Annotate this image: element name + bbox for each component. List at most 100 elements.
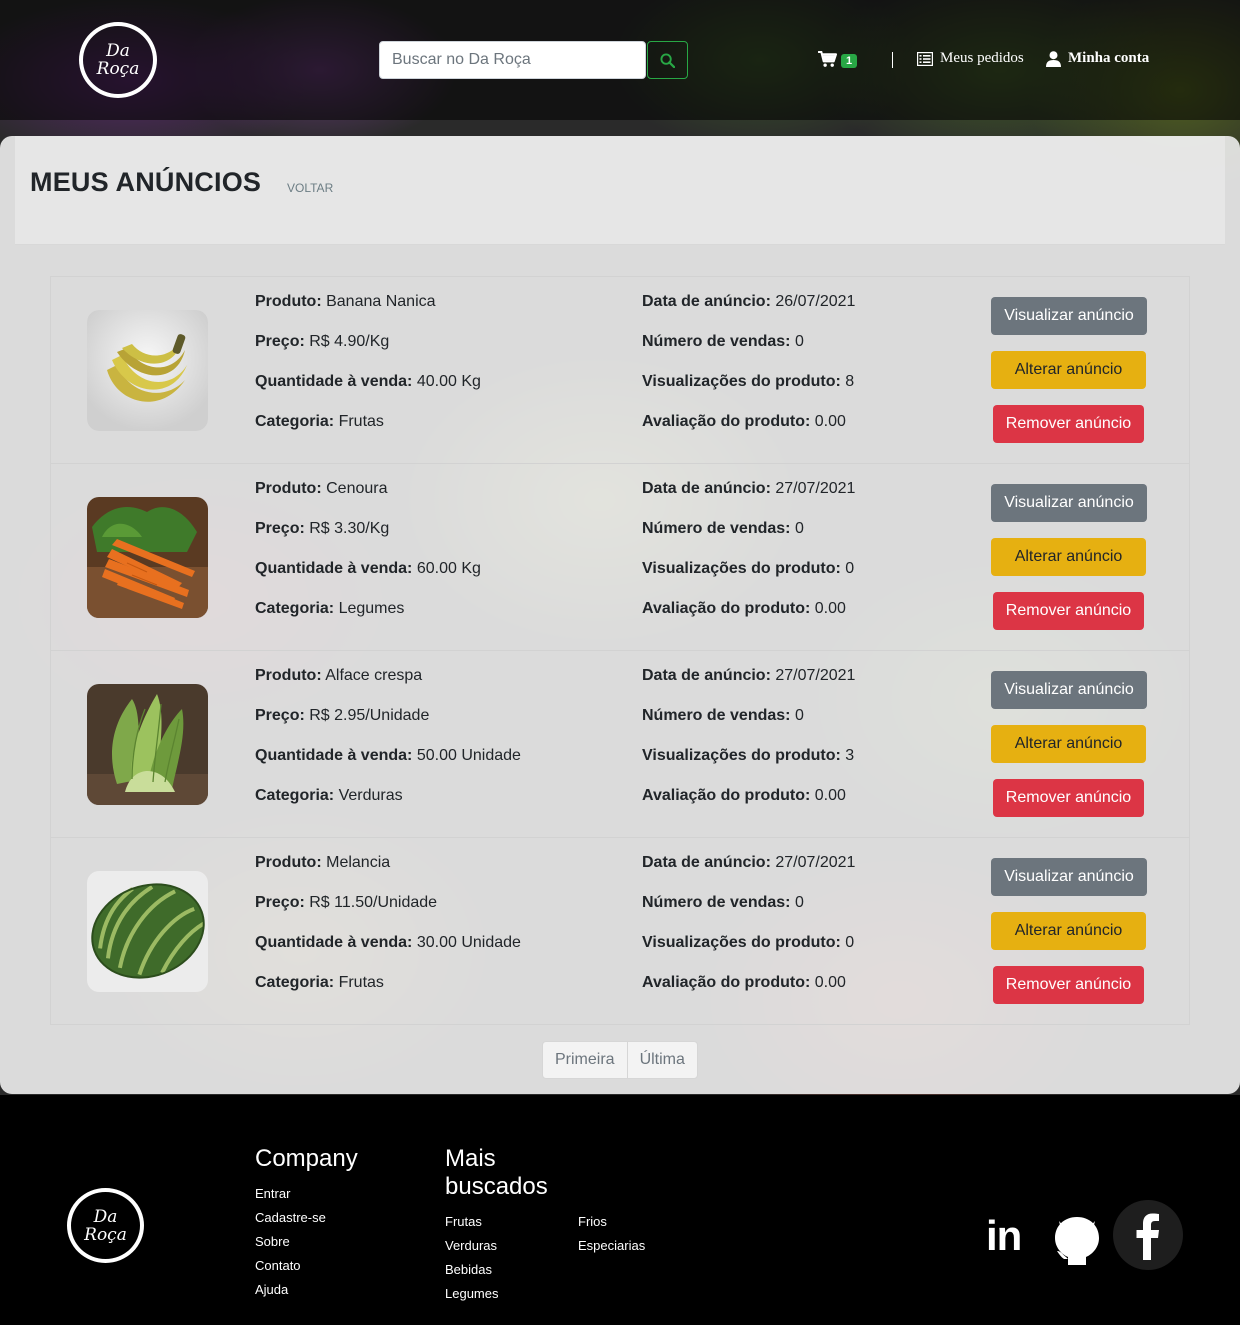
views-count: Visualizações do produto: 3 — [642, 747, 855, 764]
product-name: Produto: Alface crespa — [255, 667, 423, 684]
cart-icon — [818, 50, 837, 67]
edit-ad-button[interactable]: Alterar anúncio — [991, 725, 1146, 763]
footer-link-frios[interactable]: Frios — [578, 1214, 607, 1229]
sales-count: Número de vendas: 0 — [642, 333, 804, 350]
pagination: Primeira Última — [542, 1041, 698, 1079]
my-account-link[interactable]: Minha conta — [1046, 50, 1149, 67]
edit-ad-button[interactable]: Alterar anúncio — [991, 538, 1146, 576]
views-count: Visualizações do produto: 0 — [642, 934, 855, 951]
list-icon — [917, 51, 933, 66]
product-price: Preço: R$ 11.50/Unidade — [255, 894, 438, 911]
page-last-button[interactable]: Última — [626, 1042, 697, 1078]
views-count: Visualizações do produto: 8 — [642, 373, 855, 390]
brand-logo[interactable]: Da Roça — [79, 22, 157, 98]
remove-ad-button[interactable]: Remover anúncio — [993, 779, 1144, 817]
remove-ad-button[interactable]: Remover anúncio — [993, 592, 1144, 630]
lettuce-image — [87, 684, 208, 805]
product-image — [87, 310, 208, 431]
back-link[interactable]: VOLTAR — [287, 181, 333, 195]
sales-count: Número de vendas: 0 — [642, 520, 804, 537]
ads-list: Produto: Banana Nanica Preço: R$ 4.90/Kg… — [50, 276, 1190, 1025]
ad-date: Data de anúncio: 27/07/2021 — [642, 854, 856, 871]
linkedin-icon[interactable]: in — [986, 1215, 1022, 1257]
product-category: Categoria: Frutas — [255, 413, 384, 430]
sales-count: Número de vendas: 0 — [642, 894, 804, 911]
product-image — [87, 684, 208, 805]
search-input[interactable] — [379, 41, 646, 79]
edit-ad-button[interactable]: Alterar anúncio — [991, 912, 1146, 950]
ad-date: Data de anúncio: 27/07/2021 — [642, 667, 856, 684]
page-title: MEUS ANÚNCIOS — [30, 167, 262, 197]
my-account-label: Minha conta — [1068, 50, 1150, 66]
user-icon — [1046, 50, 1061, 67]
footer-link-especiarias[interactable]: Especiarias — [578, 1238, 645, 1253]
footer-logo[interactable]: Da Roça — [67, 1188, 144, 1263]
product-category: Categoria: Legumes — [255, 600, 405, 617]
footer-link-frutas[interactable]: Frutas — [445, 1214, 482, 1229]
nav-divider — [892, 52, 893, 68]
ad-date: Data de anúncio: 26/07/2021 — [642, 293, 856, 310]
footer-link-cadastre[interactable]: Cadastre-se — [255, 1210, 326, 1225]
footer-popular-title-1: Mais — [445, 1145, 496, 1172]
banana-image — [87, 310, 208, 431]
ad-row: Produto: Banana Nanica Preço: R$ 4.90/Kg… — [51, 277, 1189, 464]
view-ad-button[interactable]: Visualizar anúncio — [991, 297, 1147, 335]
footer-link-sobre[interactable]: Sobre — [255, 1234, 290, 1249]
footer-link-bebidas[interactable]: Bebidas — [445, 1262, 492, 1277]
product-quantity: Quantidade à venda: 40.00 Kg — [255, 373, 481, 390]
product-quantity: Quantidade à venda: 60.00 Kg — [255, 560, 481, 577]
view-ad-button[interactable]: Visualizar anúncio — [991, 671, 1147, 709]
cart-button[interactable]: 1 — [818, 50, 858, 68]
footer-company-title: Company — [255, 1145, 358, 1172]
edit-ad-button[interactable]: Alterar anúncio — [991, 351, 1146, 389]
search-button[interactable] — [647, 41, 688, 79]
views-count: Visualizações do produto: 0 — [642, 560, 855, 577]
sales-count: Número de vendas: 0 — [642, 707, 804, 724]
product-category: Categoria: Verduras — [255, 787, 403, 804]
product-name: Produto: Melancia — [255, 854, 391, 871]
carrot-image — [87, 497, 208, 618]
logo-text-line1: Da — [106, 41, 130, 61]
footer: Da Roça Company Entrar Cadastre-se Sobre… — [0, 1095, 1240, 1325]
product-image — [87, 497, 208, 618]
footer-link-legumes[interactable]: Legumes — [445, 1286, 498, 1301]
ad-row: Produto: Alface crespa Preço: R$ 2.95/Un… — [51, 651, 1189, 838]
ad-row: Produto: Cenoura Preço: R$ 3.30/Kg Quant… — [51, 464, 1189, 651]
github-icon[interactable] — [1052, 1213, 1102, 1269]
remove-ad-button[interactable]: Remover anúncio — [993, 405, 1144, 443]
product-quantity: Quantidade à venda: 30.00 Unidade — [255, 934, 521, 951]
facebook-icon[interactable] — [1113, 1200, 1183, 1270]
cart-count-badge: 1 — [841, 54, 858, 68]
logo-text-line2: Roça — [96, 59, 140, 79]
page-first-button[interactable]: Primeira — [543, 1042, 627, 1078]
watermelon-image — [87, 871, 208, 992]
my-orders-link[interactable]: Meus pedidos — [917, 50, 1024, 67]
footer-link-ajuda[interactable]: Ajuda — [255, 1282, 288, 1297]
product-price: Preço: R$ 3.30/Kg — [255, 520, 390, 537]
remove-ad-button[interactable]: Remover anúncio — [993, 966, 1144, 1004]
footer-popular-title-2: buscados — [445, 1173, 548, 1200]
product-image — [87, 871, 208, 992]
view-ad-button[interactable]: Visualizar anúncio — [991, 484, 1147, 522]
product-name: Produto: Cenoura — [255, 480, 388, 497]
ad-date: Data de anúncio: 27/07/2021 — [642, 480, 856, 497]
my-orders-label: Meus pedidos — [940, 50, 1024, 66]
top-navbar: Da Roça 1 Meus pedidos Minha c — [0, 0, 1240, 120]
product-name: Produto: Banana Nanica — [255, 293, 436, 310]
logo-text-line2: Roça — [84, 1224, 127, 1245]
footer-link-entrar[interactable]: Entrar — [255, 1186, 290, 1201]
product-rating: Avaliação do produto: 0.00 — [642, 974, 846, 991]
logo-text-line1: Da — [93, 1206, 118, 1227]
product-rating: Avaliação do produto: 0.00 — [642, 787, 846, 804]
product-price: Preço: R$ 2.95/Unidade — [255, 707, 430, 724]
ad-row: Produto: Melancia Preço: R$ 11.50/Unidad… — [51, 838, 1189, 1025]
product-rating: Avaliação do produto: 0.00 — [642, 413, 846, 430]
footer-link-contato[interactable]: Contato — [255, 1258, 301, 1273]
footer-link-verduras[interactable]: Verduras — [445, 1238, 497, 1253]
view-ad-button[interactable]: Visualizar anúncio — [991, 858, 1147, 896]
product-quantity: Quantidade à venda: 50.00 Unidade — [255, 747, 521, 764]
product-category: Categoria: Frutas — [255, 974, 384, 991]
search-icon — [660, 52, 675, 68]
product-price: Preço: R$ 4.90/Kg — [255, 333, 390, 350]
product-rating: Avaliação do produto: 0.00 — [642, 600, 846, 617]
